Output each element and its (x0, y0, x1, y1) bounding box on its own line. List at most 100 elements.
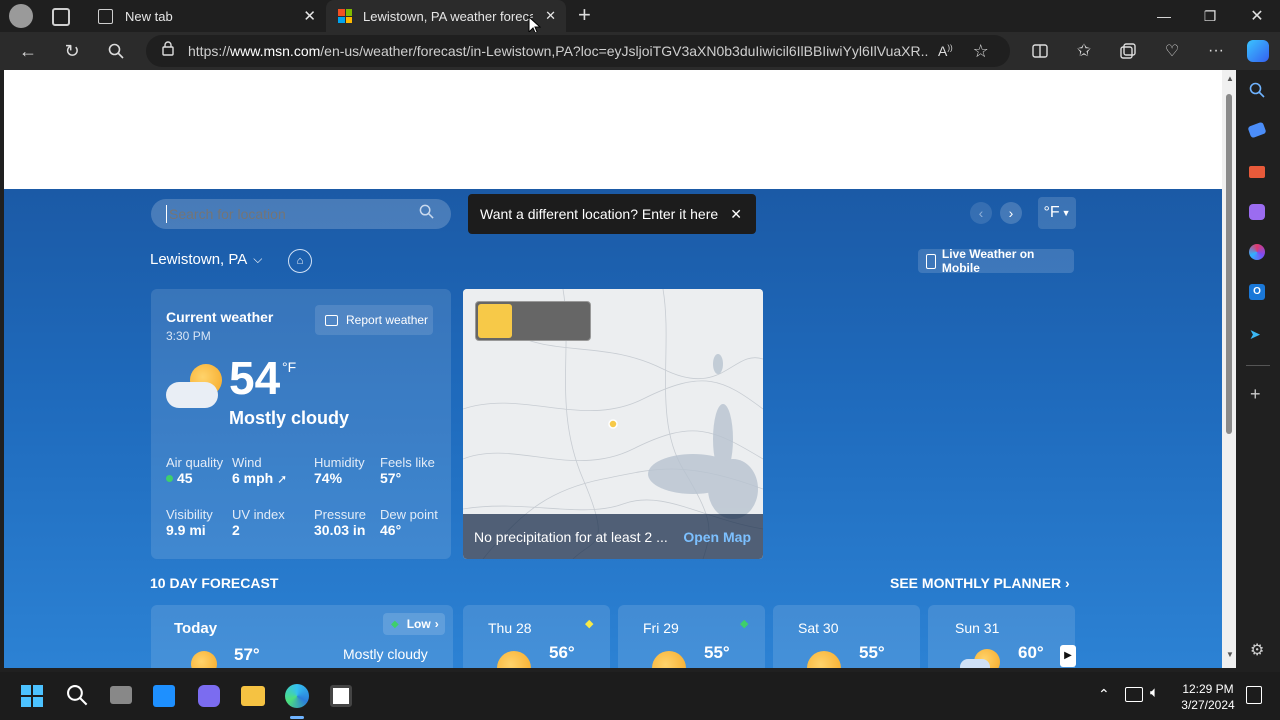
show-hidden-icons[interactable]: ⌃ (1098, 686, 1110, 703)
pollen-badge[interactable]: ◆ Low › (383, 613, 445, 635)
sidebar-divider (1246, 365, 1270, 366)
forecast-day-card[interactable]: Sat 30 55° (773, 605, 920, 668)
forecast-day-card[interactable]: Sun 31 60° ▶ (928, 605, 1076, 668)
search-icon[interactable] (419, 204, 434, 224)
outlook-icon[interactable]: O (1249, 284, 1265, 300)
restore-button[interactable]: ❐ (1187, 0, 1233, 32)
detail-dew-point: Dew point 46° (380, 507, 438, 538)
start-icon[interactable] (21, 685, 43, 707)
detail-humidity: Humidity 74% (314, 455, 365, 486)
minimize-button[interactable]: — (1141, 0, 1187, 32)
location-tooltip: Want a different location? Enter it here… (468, 194, 756, 234)
unit-toggle[interactable]: °F ▼ (1038, 197, 1076, 229)
forecast-high: 55° (859, 643, 885, 662)
scrollbar-thumb[interactable] (1226, 94, 1232, 434)
lock-icon (162, 41, 174, 61)
pollen-icon: ◆ (740, 618, 749, 630)
file-explorer-icon[interactable] (241, 686, 265, 706)
location-selector[interactable]: Lewistown, PA ⌵ (150, 251, 262, 268)
copilot-icon[interactable] (1242, 35, 1274, 67)
forecast-today[interactable]: Today ◆ Low › 57° Mostly cloudy (151, 605, 453, 668)
next-arrow-button[interactable]: › (1000, 202, 1022, 224)
forecast-day-card[interactable]: Fri 29 ◆ 55° (618, 605, 765, 668)
open-map-link[interactable]: Open Map (683, 529, 751, 545)
current-condition: Mostly cloudy (229, 408, 350, 428)
favorite-star-icon[interactable]: ☆ (973, 41, 989, 62)
forecast-day-card[interactable]: Thu 28 ◆ 56° (463, 605, 610, 668)
aqi-dot-icon (166, 474, 173, 482)
collections-icon[interactable] (1112, 35, 1144, 67)
edge-sidebar: O ➤ + ⚙ (1236, 70, 1280, 668)
chevron-down-icon: ⌵ (253, 252, 263, 266)
browser-essentials-icon[interactable]: ♡ (1156, 35, 1188, 67)
active-app-indicator (290, 716, 304, 719)
close-window-button[interactable]: ✕ (1234, 0, 1280, 32)
sidebar-search-icon[interactable] (1249, 82, 1265, 103)
scroll-right-button[interactable]: ▶ (1060, 645, 1076, 667)
search-icon[interactable] (100, 35, 132, 67)
prev-arrow-button[interactable]: ‹ (970, 202, 992, 224)
taskbar-search-icon[interactable] (66, 684, 88, 711)
address-bar[interactable]: https://www.msn.com/en-us/weather/foreca… (146, 35, 1010, 67)
notification-icon[interactable] (1246, 686, 1262, 704)
refresh-button[interactable]: ↻ (56, 35, 88, 67)
tooltip-text: Want a different location? Enter it here (480, 206, 719, 222)
location-search-box[interactable] (151, 199, 451, 229)
page-content: Want a different location? Enter it here… (4, 70, 1222, 668)
tab-actions-icon[interactable] (52, 8, 70, 26)
detail-wind[interactable]: Wind 6 mph ➚ (232, 455, 287, 486)
microsoft365-icon[interactable] (1249, 244, 1265, 260)
forecast-high: 56° (549, 643, 575, 662)
home-location-button[interactable]: ⌂ (288, 249, 312, 273)
volume-icon[interactable]: 🔈︎ (1150, 684, 1159, 701)
task-view-icon[interactable] (110, 686, 132, 704)
back-button[interactable]: ← (12, 35, 44, 67)
taskbar: ⌃ 🔈︎ 12:29 PM 3/27/2024 (0, 672, 1280, 720)
close-tab-icon[interactable]: ✕ (303, 7, 316, 25)
forecast-condition: Mostly cloudy (343, 646, 428, 662)
store-icon[interactable] (330, 685, 352, 707)
close-tab-icon[interactable]: ✕ (545, 8, 556, 24)
monthly-planner-link[interactable]: SEE MONTHLY PLANNER › (890, 575, 1070, 591)
forecast-day: Fri 29 (643, 620, 679, 636)
read-aloud-icon[interactable]: A)) (938, 43, 953, 59)
partly-cloudy-icon (191, 651, 217, 668)
tools-briefcase-icon[interactable] (1249, 166, 1265, 178)
favorites-icon[interactable]: ✩ (1068, 35, 1100, 67)
page-icon (98, 8, 113, 24)
temperature-unit: °F (282, 359, 297, 375)
new-tab-button[interactable]: + (578, 4, 598, 28)
games-icon[interactable] (1249, 204, 1265, 220)
card-heading: Current weather (166, 309, 274, 325)
sunny-icon (807, 651, 841, 668)
profile-avatar[interactable] (9, 4, 33, 28)
sunny-icon (652, 651, 686, 668)
split-screen-icon[interactable] (1024, 35, 1056, 67)
shopping-tag-icon[interactable] (1247, 121, 1267, 139)
detail-uv-index: UV index 2 (232, 507, 285, 538)
widgets-icon[interactable] (153, 685, 175, 707)
close-tooltip-icon[interactable]: ✕ (730, 206, 742, 223)
chevron-right-icon: › (1065, 575, 1070, 591)
detail-air-quality[interactable]: Air quality 45 (166, 455, 223, 486)
mostly-cloudy-icon (166, 364, 224, 414)
settings-more-icon[interactable]: ··· (1200, 35, 1232, 67)
map-footer: No precipitation for at least 2 ... Open… (463, 514, 763, 559)
map-layer-toggle[interactable] (475, 301, 591, 341)
add-sidebar-app-icon[interactable]: + (1250, 384, 1261, 405)
live-weather-mobile-button[interactable]: Live Weather on Mobile (918, 247, 1074, 275)
report-weather-button[interactable]: Report weather (315, 305, 433, 335)
search-input[interactable] (166, 205, 411, 223)
report-weather-label: Report weather (346, 313, 429, 327)
teams-chat-icon[interactable] (198, 685, 220, 707)
precipitation-map[interactable]: No precipitation for at least 2 ... Open… (463, 289, 763, 559)
page-scrollbar[interactable]: ▲ ▼ (1222, 70, 1236, 668)
clock[interactable]: 12:29 PM 3/27/2024 (1178, 681, 1238, 713)
network-icon[interactable] (1125, 687, 1143, 702)
tab-new-tab[interactable]: New tab ✕ (88, 0, 326, 32)
send-icon[interactable]: ➤ (1249, 326, 1261, 343)
observation-time: 3:30 PM (166, 329, 211, 343)
sidebar-settings-icon[interactable]: ⚙ (1250, 640, 1264, 660)
ad-banner (4, 70, 1222, 189)
edge-browser-icon[interactable] (285, 684, 309, 708)
